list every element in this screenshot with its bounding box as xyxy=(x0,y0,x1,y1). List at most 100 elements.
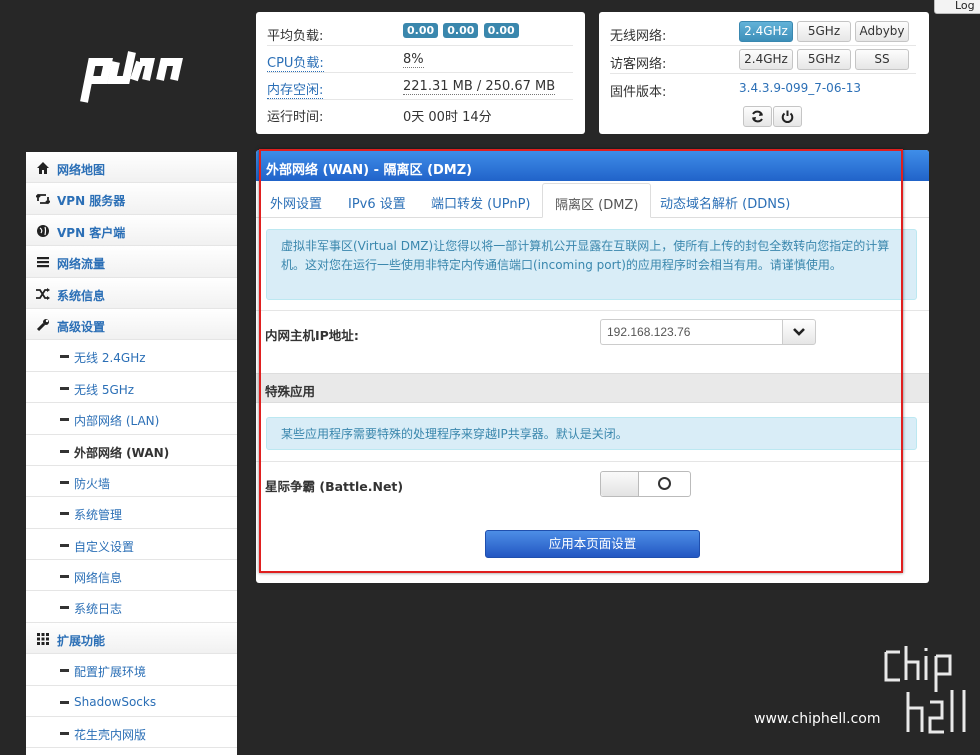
wrench-icon xyxy=(36,318,49,332)
retweet-icon xyxy=(36,194,50,205)
sidebar-subitem-label: 系统管理 xyxy=(74,508,123,523)
sidebar-item-label: VPN 客户端 xyxy=(57,225,126,240)
sidebar-subitem-label: 花生壳内网版 xyxy=(74,728,147,743)
guest-24ghz-button[interactable]: 2.4GHz xyxy=(739,49,793,70)
sidebar-subitem-netinfo[interactable]: 网络信息 xyxy=(26,560,237,592)
wifi-24ghz-button[interactable]: 2.4GHz xyxy=(739,21,793,42)
guest-row: 访客网络: 2.4GHz 5GHz SS xyxy=(610,46,916,74)
memory-row: 内存空闲: 221.31 MB / 250.67 MB xyxy=(267,73,573,100)
firmware-row: 固件版本: 3.4.3.9-099_7-06-13 xyxy=(610,74,916,102)
host-ip-dropdown-button[interactable] xyxy=(782,319,816,345)
load-avg-row: 平均负载: 0.00 0.00 0.00 xyxy=(267,19,573,46)
memory-free-link[interactable]: 内存空闲: xyxy=(267,79,324,99)
settings-tabs: 外网设置 IPv6 设置 端口转发 (UPnP) 隔离区 (DMZ) 动态域名解… xyxy=(256,183,929,218)
guest-5ghz-button[interactable]: 5GHz xyxy=(797,49,851,70)
sidebar-item-vpn-client[interactable]: VPN 客户端 xyxy=(26,214,237,247)
wireless-status-panel: 无线网络: 2.4GHz 5GHz Adbyby 访客网络: 2.4GHz 5G… xyxy=(599,12,929,134)
tab-wan-settings[interactable]: 外网设置 xyxy=(270,183,322,218)
apply-settings-button[interactable]: 应用本页面设置 xyxy=(485,530,700,558)
refresh-button[interactable] xyxy=(743,106,772,127)
host-ip-label: 内网主机IP地址: xyxy=(265,328,359,343)
battlenet-toggle[interactable] xyxy=(600,471,691,497)
sidebar-subitem-shadowsocks[interactable]: ShadowSocks xyxy=(26,685,237,718)
chevron-down-icon xyxy=(793,328,805,336)
dash-icon xyxy=(60,700,69,704)
tab-ddns[interactable]: 动态域名解析 (DDNS) xyxy=(660,183,790,218)
dash-icon xyxy=(60,480,69,484)
sidebar-item-network-map[interactable]: 网络地图 xyxy=(26,152,237,184)
globe-icon xyxy=(37,224,49,237)
sidebar-item-label: 高级设置 xyxy=(57,319,106,334)
power-button[interactable] xyxy=(773,106,802,127)
sidebar-subitem-firewall[interactable]: 防火墙 xyxy=(26,465,237,498)
wifi-5ghz-button[interactable]: 5GHz xyxy=(797,21,851,42)
wifi-row: 无线网络: 2.4GHz 5GHz Adbyby xyxy=(610,18,916,46)
chiphell-logo xyxy=(884,646,966,734)
wifi-label: 无线网络: xyxy=(610,29,667,44)
sidebar-item-traffic[interactable]: 网络流量 xyxy=(26,246,237,278)
memory-free-value: 221.31 MB / 250.67 MB xyxy=(403,79,556,95)
grid-icon xyxy=(37,632,49,645)
guest-label: 访客网络: xyxy=(610,57,667,72)
dmz-info-alert: 虚拟非军事区(Virtual DMZ)让您得以将一部计算机公开显露在互联网上，使… xyxy=(266,229,917,300)
logout-button[interactable]: Log xyxy=(934,0,980,14)
sidebar-subitem-label: 内部网络 (LAN) xyxy=(74,414,160,429)
page-title: 外部网络 (WAN) - 隔离区 (DMZ) xyxy=(256,150,929,181)
sidebar-subitem-oray[interactable]: 花生壳内网版 xyxy=(26,717,237,749)
divider xyxy=(256,461,929,462)
load-avg-values: 0.00 0.00 0.00 xyxy=(403,23,520,38)
sidebar-item-label: 网络地图 xyxy=(57,163,106,177)
sidebar-subitem-label: 网络信息 xyxy=(74,571,123,586)
dash-icon xyxy=(60,543,69,547)
dash-icon xyxy=(60,449,69,453)
shuffle-icon xyxy=(36,287,50,300)
adbyby-button[interactable]: Adbyby xyxy=(855,21,909,42)
ss-button[interactable]: SS xyxy=(855,49,909,70)
sidebar-subitem-wan[interactable]: 外部网络 (WAN) xyxy=(26,434,237,466)
uptime-value: 0天 00时 14分 xyxy=(403,110,492,125)
dash-icon xyxy=(60,732,69,736)
host-ip-input[interactable] xyxy=(600,319,782,345)
load-badge-1: 0.00 xyxy=(403,23,439,38)
sidebar-item-extensions[interactable]: 扩展功能 xyxy=(26,622,237,655)
cpu-load-link[interactable]: CPU负载: xyxy=(267,52,324,72)
sidebar-nav: 网络地图 VPN 服务器 VPN 客户端 网络流量 系统信息 高级设置 无线 2… xyxy=(26,152,237,755)
tab-ipv6-settings[interactable]: IPv6 设置 xyxy=(348,183,406,218)
sidebar-subitem-syslog[interactable]: 系统日志 xyxy=(26,591,237,623)
dash-icon xyxy=(60,575,69,579)
sidebar-item-label: VPN 服务器 xyxy=(57,194,126,209)
dash-icon xyxy=(60,512,69,516)
special-apps-info: 某些应用程序需要特殊的处理程序来穿越IP共享器。默认是关闭。 xyxy=(266,417,917,450)
sidebar-item-advanced-settings[interactable]: 高级设置 xyxy=(26,308,237,341)
sidebar-item-vpn-server[interactable]: VPN 服务器 xyxy=(26,183,237,215)
sidebar-subitem-label: 防火墙 xyxy=(74,476,111,491)
sidebar-subitem-label: 配置扩展环境 xyxy=(74,665,147,680)
sidebar-subitem-wireless-24[interactable]: 无线 2.4GHz xyxy=(26,340,237,372)
dash-icon xyxy=(60,355,69,359)
firmware-version-link[interactable]: 3.4.3.9-099_7-06-13 xyxy=(739,81,861,95)
firmware-label: 固件版本: xyxy=(610,85,667,100)
sidebar-subitem-label: 外部网络 (WAN) xyxy=(74,445,170,460)
uptime-label: 运行时间: xyxy=(267,110,324,125)
load-avg-label: 平均负载: xyxy=(267,29,324,44)
sidebar-subitem-admin[interactable]: 系统管理 xyxy=(26,497,237,529)
toggle-knob xyxy=(601,472,639,496)
uptime-row: 运行时间: 0天 00时 14分 xyxy=(267,100,573,127)
refresh-icon xyxy=(752,110,763,123)
tab-port-forwarding[interactable]: 端口转发 (UPnP) xyxy=(431,183,530,218)
system-status-panel: 平均负载: 0.00 0.00 0.00 CPU负载: 8% 内存空闲: 221… xyxy=(256,12,585,134)
off-icon xyxy=(658,477,671,490)
divider xyxy=(256,310,929,311)
watermark-text: www.chiphell.com xyxy=(754,711,881,727)
tab-dmz[interactable]: 隔离区 (DMZ) xyxy=(542,183,652,218)
sidebar-item-label: 网络流量 xyxy=(57,257,106,272)
sidebar-subitem-custom[interactable]: 自定义设置 xyxy=(26,528,237,561)
dmz-settings-card: 外部网络 (WAN) - 隔离区 (DMZ) 外网设置 IPv6 设置 端口转发… xyxy=(256,150,929,583)
dash-icon xyxy=(60,606,69,610)
sidebar-subitem-ext-env[interactable]: 配置扩展环境 xyxy=(26,654,237,686)
sidebar-item-system-info[interactable]: 系统信息 xyxy=(26,277,237,309)
home-icon xyxy=(37,162,49,174)
sidebar-subitem-label: 系统日志 xyxy=(74,602,123,617)
sidebar-subitem-wireless-5[interactable]: 无线 5GHz xyxy=(26,371,237,404)
sidebar-subitem-lan[interactable]: 内部网络 (LAN) xyxy=(26,403,237,435)
